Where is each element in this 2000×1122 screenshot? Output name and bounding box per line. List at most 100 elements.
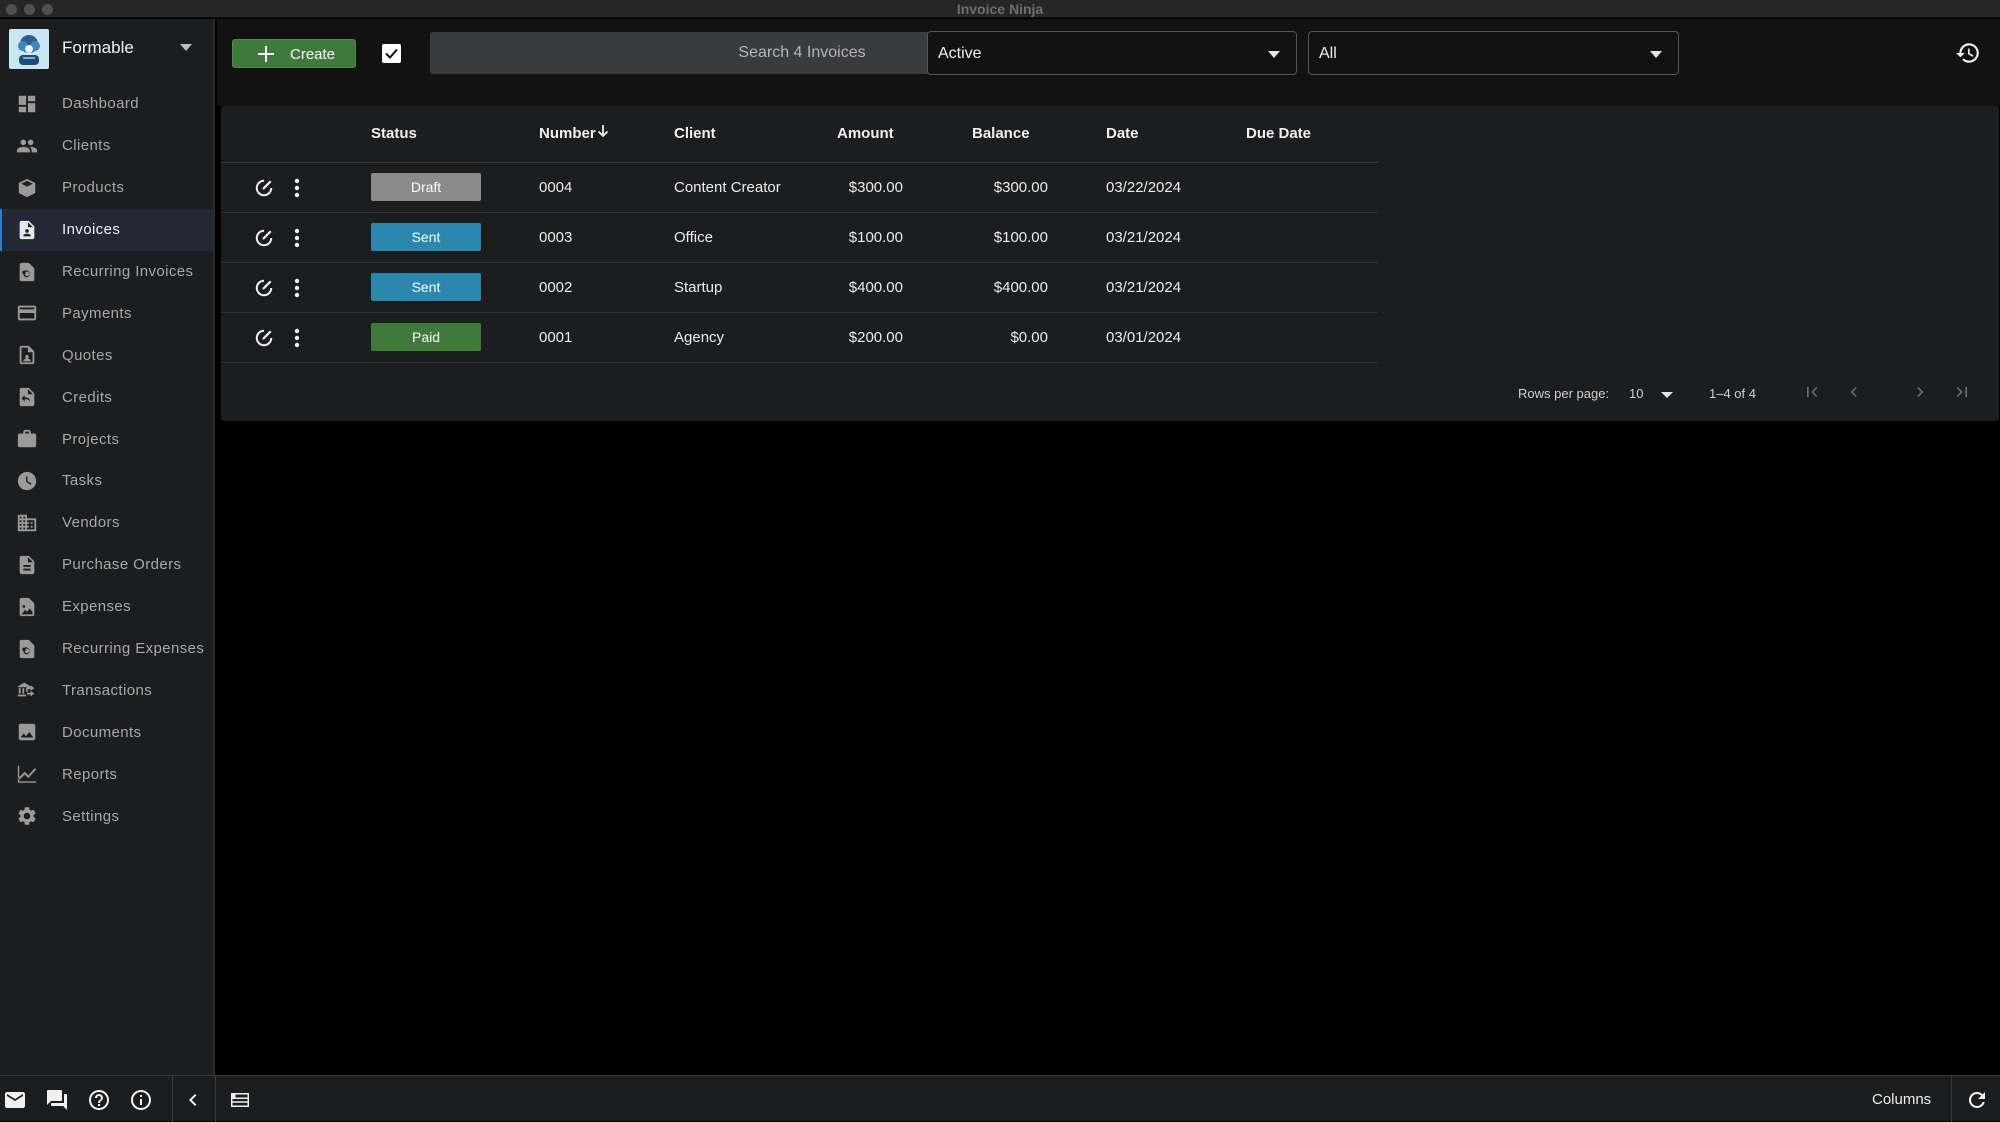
sidebar-item-label: Payments bbox=[62, 304, 132, 322]
sidebar-item-label: Expenses bbox=[62, 598, 132, 616]
number-cell[interactable]: 0001 bbox=[539, 312, 674, 363]
number-cell[interactable]: 0004 bbox=[539, 162, 674, 213]
column-header-balance[interactable]: Balance bbox=[972, 106, 1106, 163]
sidebar-item-label: Documents bbox=[62, 723, 142, 741]
table-row[interactable]: Draft 0004 Content Creator $300.00 $300.00 03… bbox=[221, 162, 1378, 213]
sidebar-item-credits[interactable]: Credits bbox=[0, 376, 213, 418]
mail-icon bbox=[5, 1092, 25, 1108]
column-header-amount[interactable]: Amount bbox=[837, 106, 972, 163]
chat-button[interactable] bbox=[45, 1088, 69, 1112]
help-button[interactable] bbox=[87, 1088, 111, 1112]
columns-button[interactable]: Columns bbox=[1872, 1091, 1931, 1108]
edit-icon[interactable] bbox=[253, 177, 275, 199]
sidebar-item-purchase-orders[interactable]: Purchase Orders bbox=[0, 544, 213, 586]
briefcase-icon bbox=[16, 429, 38, 449]
more-vertical-icon[interactable] bbox=[293, 177, 301, 199]
company-dropdown-icon[interactable] bbox=[180, 44, 192, 51]
list-view-button[interactable] bbox=[228, 1088, 252, 1112]
sidebar-item-quotes[interactable]: Quotes bbox=[0, 334, 213, 376]
client-cell[interactable]: Agency bbox=[674, 312, 837, 363]
sidebar: Formable Dashboard Clients Products Invoice… bbox=[0, 19, 215, 1075]
invoices-table: Status Number Client Amount Balance Date… bbox=[221, 106, 1378, 363]
email-button[interactable] bbox=[3, 1088, 27, 1112]
sidebar-item-recurring-invoices[interactable]: Recurring Invoices bbox=[0, 251, 213, 293]
secondary-filter-dropdown[interactable]: All bbox=[1308, 31, 1679, 75]
sidebar-item-tasks[interactable]: Tasks bbox=[0, 460, 213, 502]
select-all-checkbox[interactable] bbox=[382, 44, 401, 63]
sidebar-item-reports[interactable]: Reports bbox=[0, 753, 213, 795]
sidebar-item-dashboard[interactable]: Dashboard bbox=[0, 83, 213, 125]
client-cell[interactable]: Startup bbox=[674, 262, 837, 313]
edit-icon[interactable] bbox=[253, 277, 275, 299]
edit-icon[interactable] bbox=[253, 327, 275, 349]
sidebar-item-clients[interactable]: Clients bbox=[0, 125, 213, 167]
clock-icon bbox=[16, 471, 38, 491]
receipt-image-icon bbox=[16, 597, 38, 617]
last-page-button[interactable] bbox=[1952, 382, 1972, 402]
sidebar-item-settings[interactable]: Settings bbox=[0, 795, 213, 837]
history-icon[interactable] bbox=[1955, 40, 1981, 66]
sidebar-item-projects[interactable]: Projects bbox=[0, 418, 213, 460]
balance-value: $0.00 bbox=[1010, 328, 1048, 346]
next-page-button[interactable] bbox=[1910, 382, 1930, 402]
amount-cell: $300.00 bbox=[837, 162, 972, 213]
status-badge: Paid bbox=[371, 323, 481, 351]
number-cell[interactable]: 0002 bbox=[539, 262, 674, 313]
company-selector[interactable]: Formable bbox=[0, 19, 215, 79]
credit-card-icon bbox=[16, 303, 38, 323]
status-cell: Sent bbox=[371, 262, 539, 313]
sidebar-item-recurring-expenses[interactable]: Recurring Expenses bbox=[0, 628, 213, 670]
plus-icon bbox=[257, 45, 275, 63]
sidebar-item-transactions[interactable]: Transactions bbox=[0, 669, 213, 711]
due-date-cell bbox=[1246, 212, 1378, 263]
balance-value: $400.00 bbox=[993, 278, 1048, 296]
actions-column-header bbox=[221, 106, 371, 163]
table-row[interactable]: Sent 0003 Office $100.00 $100.00 03/21/2024 bbox=[221, 212, 1378, 263]
recurring-expense-icon bbox=[16, 639, 38, 659]
rows-per-page-select[interactable]: 10 bbox=[1629, 386, 1674, 401]
create-button[interactable]: Create bbox=[232, 39, 356, 68]
column-header-client[interactable]: Client bbox=[674, 106, 837, 163]
bottom-bar: Columns bbox=[0, 1075, 2000, 1122]
column-header-date[interactable]: Date bbox=[1106, 106, 1246, 163]
status-cell: Sent bbox=[371, 212, 539, 263]
sidebar-item-products[interactable]: Products bbox=[0, 167, 213, 209]
pagination-range: 1–4 of 4 bbox=[1709, 386, 1756, 401]
status-cell: Draft bbox=[371, 162, 539, 213]
collapse-sidebar-button[interactable] bbox=[181, 1088, 205, 1112]
about-button[interactable] bbox=[129, 1088, 153, 1112]
balance-value: $100.00 bbox=[993, 228, 1048, 246]
more-vertical-icon[interactable] bbox=[293, 277, 301, 299]
edit-icon[interactable] bbox=[253, 227, 275, 249]
more-vertical-icon[interactable] bbox=[293, 227, 301, 249]
refresh-button[interactable] bbox=[1965, 1088, 1989, 1112]
status-filter-dropdown[interactable]: Active bbox=[927, 31, 1297, 75]
column-header-status[interactable]: Status bbox=[371, 106, 539, 163]
chevron-down-icon bbox=[1650, 51, 1662, 58]
document-icon bbox=[16, 555, 38, 575]
status-badge: Sent bbox=[371, 223, 481, 251]
column-header-due-date[interactable]: Due Date bbox=[1246, 106, 1378, 163]
first-page-button[interactable] bbox=[1802, 382, 1822, 402]
previous-page-button[interactable] bbox=[1844, 382, 1864, 402]
sidebar-item-documents[interactable]: Documents bbox=[0, 711, 213, 753]
sidebar-item-vendors[interactable]: Vendors bbox=[0, 502, 213, 544]
date-cell: 03/01/2024 bbox=[1106, 312, 1246, 363]
chevron-down-icon bbox=[1661, 391, 1674, 398]
table-row[interactable]: Sent 0002 Startup $400.00 $400.00 03/21/2024 bbox=[221, 262, 1378, 313]
company-logo bbox=[9, 29, 49, 69]
client-cell[interactable]: Content Creator bbox=[674, 162, 837, 213]
sidebar-item-payments[interactable]: Payments bbox=[0, 292, 213, 334]
number-cell[interactable]: 0003 bbox=[539, 212, 674, 263]
client-cell[interactable]: Office bbox=[674, 212, 837, 263]
sidebar-item-expenses[interactable]: Expenses bbox=[0, 586, 213, 628]
sidebar-item-invoices[interactable]: Invoices bbox=[0, 208, 213, 251]
sidebar-item-label: Tasks bbox=[62, 472, 103, 490]
balance-cell: $0.00 bbox=[972, 312, 1106, 363]
table-row[interactable]: Paid 0001 Agency $200.00 $0.00 03/01/2024 bbox=[221, 312, 1378, 363]
secondary-filter-value: All bbox=[1319, 45, 1337, 62]
column-header-number[interactable]: Number bbox=[539, 106, 674, 163]
sort-descending-icon bbox=[597, 125, 608, 138]
date-cell: 03/22/2024 bbox=[1106, 162, 1246, 213]
more-vertical-icon[interactable] bbox=[293, 327, 301, 349]
